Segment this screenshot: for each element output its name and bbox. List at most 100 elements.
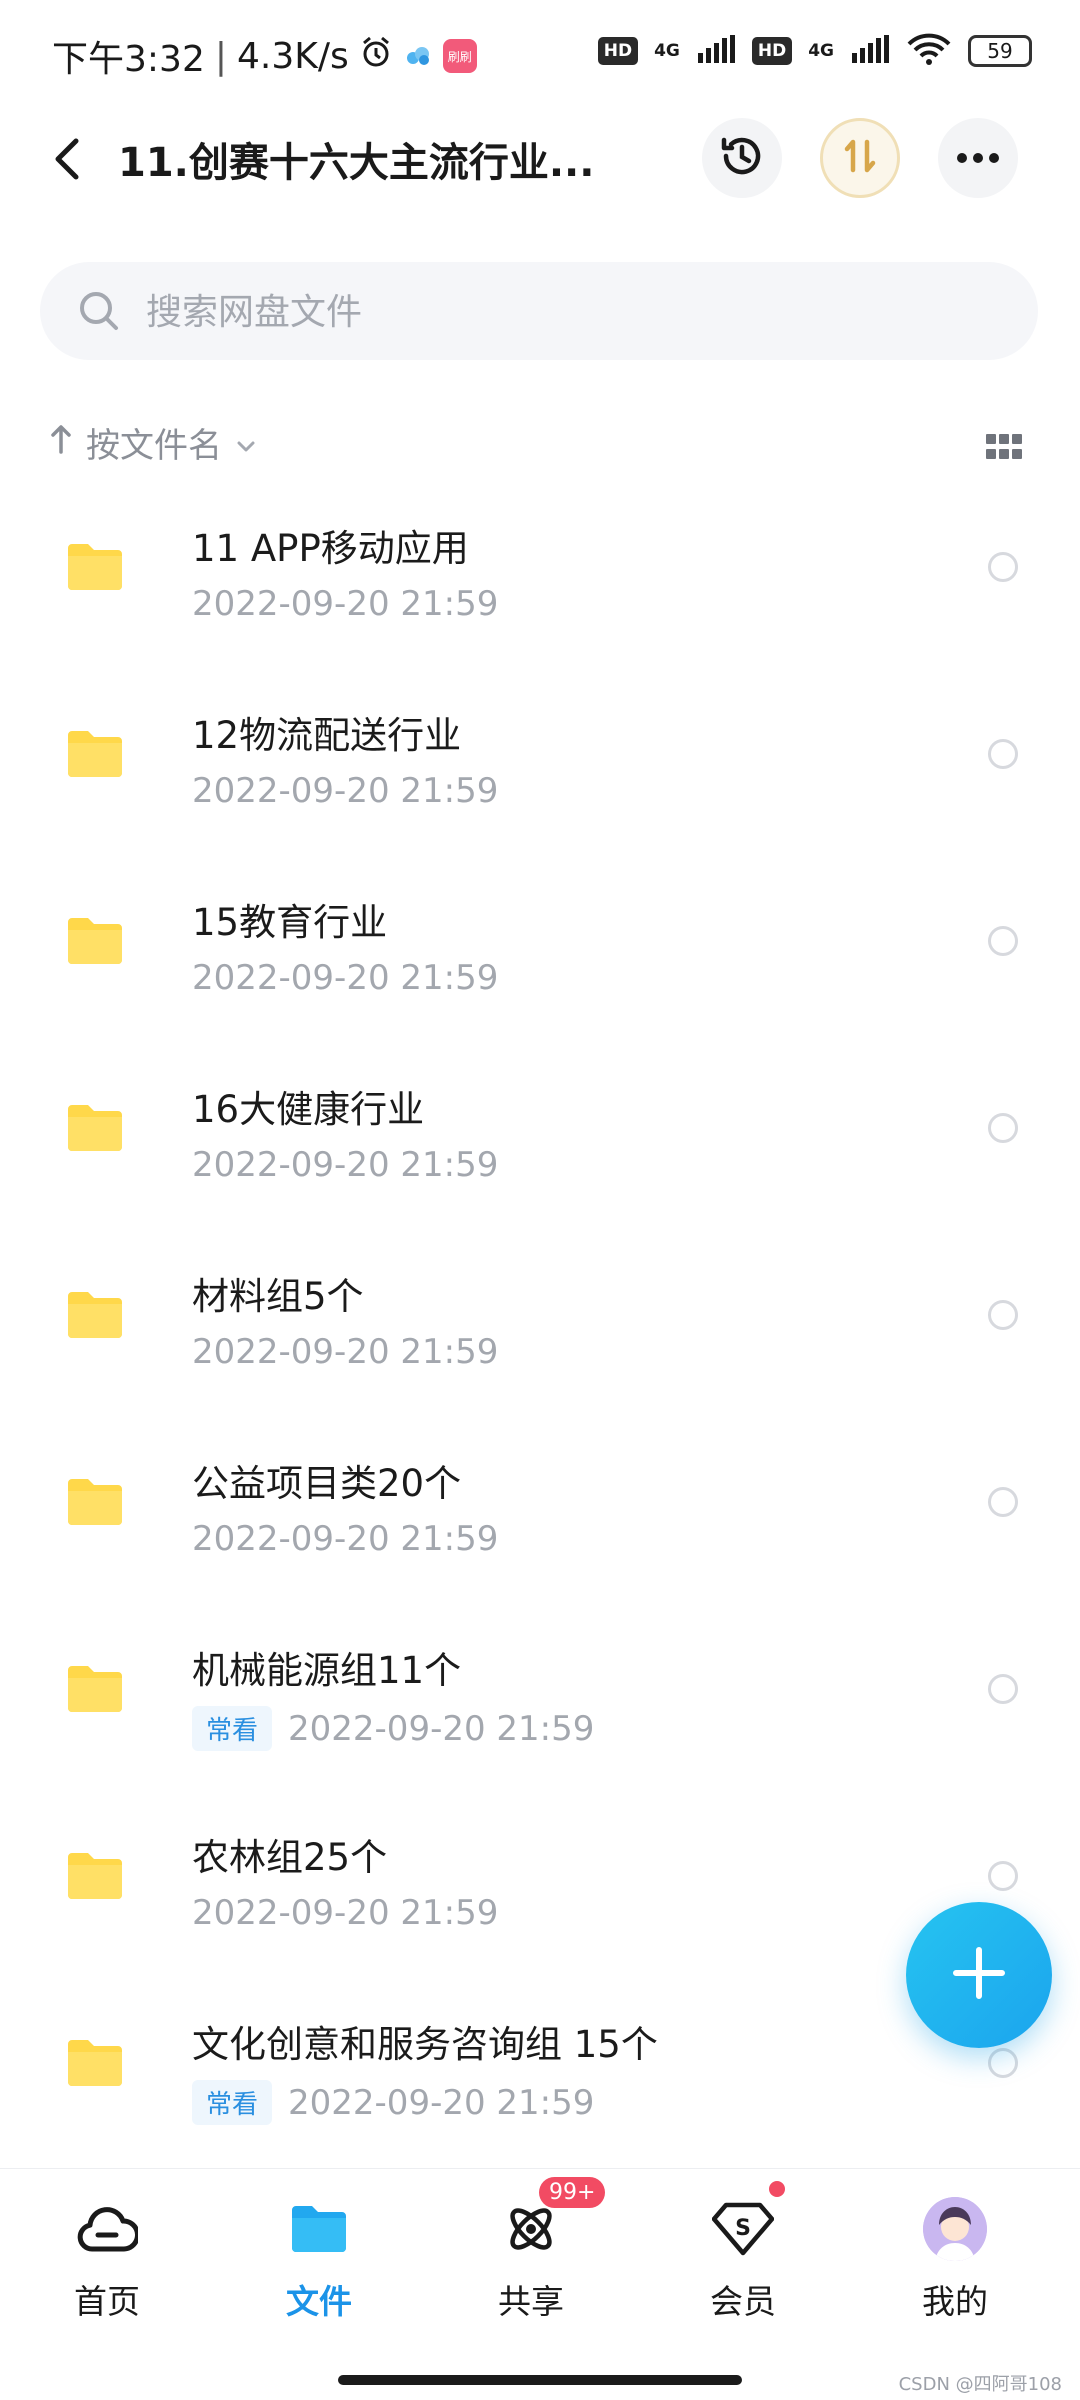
nav-files[interactable]: 文件 [244,2197,394,2347]
history-button[interactable] [702,118,782,198]
select-checkbox[interactable] [988,1487,1018,1517]
select-checkbox[interactable] [988,1674,1018,1704]
folder-icon [64,1851,126,1901]
network-type: 4G [654,41,680,61]
alarm-icon [359,35,393,78]
nav-vip[interactable]: S 会员 [668,2181,818,2347]
more-button[interactable] [938,118,1018,198]
file-meta: 2022-09-20 21:59 [192,1145,498,1185]
nav-label: 首页 [74,2282,140,2321]
select-checkbox[interactable] [988,739,1018,769]
nav-label: 文件 [286,2282,352,2321]
app-notification-icon: 刷刷 [442,39,477,73]
avatar [923,2197,987,2261]
svg-text:S: S [735,2216,751,2241]
status-net-speed: 4.3K/s [236,35,349,77]
nav-label: 我的 [922,2282,988,2321]
search-icon [76,288,122,334]
cloud-app-icon [403,36,433,77]
file-name: 16大健康行业 [192,1088,425,1131]
file-row[interactable]: 12物流配送行业 2022-09-20 21:59 [0,677,1080,864]
file-name: 12物流配送行业 [192,714,462,757]
home-indicator[interactable] [338,2375,742,2385]
cloud-icon [75,2197,139,2261]
history-icon [718,132,766,184]
battery-indicator: 59 [968,35,1032,67]
file-date: 2022-09-20 21:59 [192,584,499,624]
add-button[interactable] [906,1902,1052,2048]
nav-label: 会员 [710,2282,776,2321]
file-row[interactable]: 11 APP移动应用 2022-09-20 21:59 [0,490,1080,677]
nav-home[interactable]: 首页 [32,2197,182,2347]
frequent-tag: 常看 [192,2080,273,2125]
file-row[interactable]: 15教育行业 2022-09-20 21:59 [0,864,1080,1051]
file-meta: 2022-09-20 21:59 [192,771,498,811]
file-meta: 2022-09-20 21:59 [192,584,498,624]
select-checkbox[interactable] [988,552,1018,582]
file-date: 2022-09-20 21:59 [192,1893,499,1933]
folder-icon [64,916,126,966]
file-name: 15教育行业 [192,901,388,944]
file-meta: 常看 2022-09-20 21:59 [192,1706,594,1751]
file-meta: 2022-09-20 21:59 [192,1519,498,1559]
folder-icon [64,1290,126,1340]
select-checkbox[interactable] [988,2048,1018,2078]
search-input[interactable] [146,282,1006,342]
file-meta: 2022-09-20 21:59 [192,1893,498,1933]
select-checkbox[interactable] [988,1113,1018,1143]
network-type-2: 4G [808,41,834,61]
select-checkbox[interactable] [988,926,1018,956]
file-name: 机械能源组11个 [192,1649,462,1692]
bottom-nav: 首页 文件 99+ 共享 S 会员 我的 [0,2168,1080,2400]
signal-icon [696,35,736,67]
file-name: 11 APP移动应用 [192,527,469,570]
hd-badge-2: HD [751,37,793,65]
file-date: 2022-09-20 21:59 [192,771,499,811]
folder-icon [64,1664,126,1714]
transfer-button[interactable] [820,118,900,198]
back-icon[interactable] [42,134,92,184]
search-bar[interactable] [40,262,1038,360]
sort-row: 按文件名 [0,410,1080,480]
file-meta: 常看 2022-09-20 21:59 [192,2080,594,2125]
page-title: 11.创赛十六大主流行业... [118,140,595,186]
header: 11.创赛十六大主流行业... [0,118,1080,202]
file-name: 农林组25个 [192,1836,388,1879]
select-checkbox[interactable] [988,1861,1018,1891]
share-icon: 99+ [499,2177,606,2261]
folder-icon [64,1477,126,1527]
nav-share[interactable]: 99+ 共享 [456,2177,606,2347]
notification-dot [769,2181,785,2197]
folder-icon [64,542,126,592]
file-name: 材料组5个 [192,1275,364,1318]
folder-icon [287,2197,351,2261]
select-checkbox[interactable] [988,1300,1018,1330]
file-date: 2022-09-20 21:59 [192,958,499,998]
wifi-icon [906,32,952,70]
file-name: 文化创意和服务咨询组 15个 [192,2023,658,2066]
file-row[interactable]: 材料组5个 2022-09-20 21:59 [0,1238,1080,1425]
sort-button[interactable]: 按文件名 [50,418,256,467]
chevron-down-icon [236,423,256,463]
file-row[interactable]: 16大健康行业 2022-09-20 21:59 [0,1051,1080,1238]
file-row[interactable]: 公益项目类20个 2022-09-20 21:59 [0,1425,1080,1612]
nav-profile[interactable]: 我的 [880,2197,1030,2347]
transfer-icon [840,136,880,180]
folder-icon [64,2038,126,2088]
file-date: 2022-09-20 21:59 [192,1145,499,1185]
hd-badge: HD [597,37,639,65]
signal-icon-2 [850,35,890,67]
sort-label: 按文件名 [86,426,222,466]
status-left: 下午3:32 | 4.3K/s 刷刷 [52,30,477,82]
file-date: 2022-09-20 21:59 [288,1708,595,1749]
file-meta: 2022-09-20 21:59 [192,958,498,998]
folder-icon [64,729,126,779]
file-date: 2022-09-20 21:59 [288,2082,595,2123]
folder-icon [64,1103,126,1153]
grid-view-icon[interactable] [986,434,1022,460]
share-badge: 99+ [539,2177,606,2208]
file-row[interactable]: 机械能源组11个 常看 2022-09-20 21:59 [0,1612,1080,1799]
arrow-up-icon [50,423,72,463]
vip-icon: S [711,2181,785,2261]
status-bar: 下午3:32 | 4.3K/s 刷刷 HD 4G HD 4G 59 [0,0,1080,110]
